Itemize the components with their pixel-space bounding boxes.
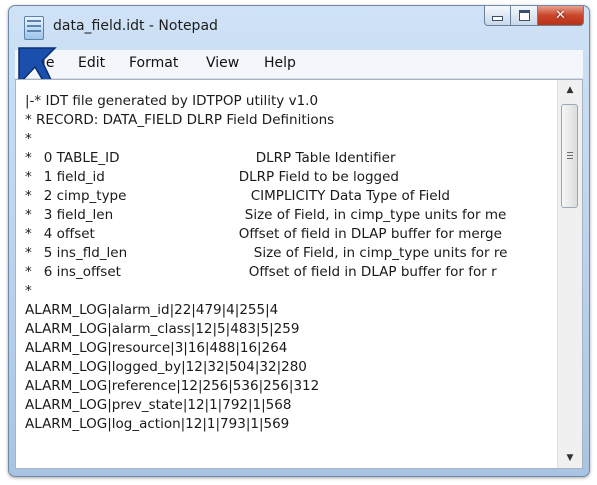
minimize-button[interactable] bbox=[484, 6, 511, 26]
column-def-desc: DLRP Field to be logged bbox=[238, 169, 399, 185]
editor-text-area[interactable]: |-* IDT file generated by IDTPOP utility… bbox=[25, 92, 548, 464]
menu-format[interactable]: Format bbox=[129, 55, 178, 71]
column-def-desc: Offset of field in DLAP buffer for merge bbox=[238, 226, 502, 242]
record-line: ALARM_LOG|resource|3|16|488|16|264 bbox=[25, 340, 288, 356]
column-def-star: * bbox=[25, 264, 32, 280]
column-def-name: 6 ins_offset bbox=[43, 264, 121, 280]
text-editor[interactable]: |-* IDT file generated by IDTPOP utility… bbox=[15, 79, 583, 469]
column-def-name: 3 field_len bbox=[43, 207, 114, 223]
column-def-name: 5 ins_fld_len bbox=[43, 245, 128, 261]
record-line: ALARM_LOG|reference|12|256|536|256|312 bbox=[25, 378, 320, 394]
column-def-star: * bbox=[25, 226, 32, 242]
column-def-line: * 5 ins_fld_len Size of Field, in cimp_typ… bbox=[25, 244, 548, 263]
grip-icon bbox=[567, 152, 573, 153]
column-def-line: * 3 field_len Size of Field, in cimp_type … bbox=[25, 206, 548, 225]
scroll-down-arrow-icon[interactable]: ▼ bbox=[558, 448, 582, 468]
column-def-star: * bbox=[25, 245, 32, 261]
column-def-star: * bbox=[25, 188, 32, 204]
column-def-star: * bbox=[25, 207, 32, 223]
column-def-desc: Offset of field in DLAP buffer for for r bbox=[248, 264, 497, 280]
column-def-line: * 2 cimp_type CIMPLICITY Data Type of Fiel… bbox=[25, 187, 548, 206]
close-button[interactable]: ✕ bbox=[538, 6, 584, 26]
window-title: data_field.idt - Notepad bbox=[53, 18, 218, 34]
header-line-3: * bbox=[25, 131, 32, 147]
column-def-line: * 6 ins_offset Offset of field in DLAP buf… bbox=[25, 263, 548, 282]
column-def-line: * 1 field_id DLRP Field to be logged bbox=[25, 168, 548, 187]
header-line-2: * RECORD: DATA_FIELD DLRP Field Definiti… bbox=[25, 112, 335, 128]
menu-bar: File Edit Format View Help bbox=[15, 50, 583, 79]
maximize-icon bbox=[518, 10, 530, 21]
column-def-name: 0 TABLE_ID bbox=[43, 150, 120, 166]
record-line: ALARM_LOG|prev_state|12|1|792|1|568 bbox=[25, 397, 292, 413]
scroll-up-arrow-icon[interactable]: ▲ bbox=[558, 80, 582, 100]
column-def-line: * 0 TABLE_ID DLRP Table Identifier bbox=[25, 149, 548, 168]
notepad-icon bbox=[24, 16, 44, 40]
record-line: ALARM_LOG|alarm_class|12|5|483|5|259 bbox=[25, 321, 300, 337]
record-line: ALARM_LOG|log_action|12|1|793|1|569 bbox=[25, 416, 290, 432]
column-def-star: * bbox=[25, 169, 32, 185]
menu-view[interactable]: View bbox=[206, 55, 239, 71]
column-def-desc: CIMPLICITY Data Type of Field bbox=[250, 188, 450, 204]
vertical-scrollbar[interactable]: ▲ ▼ bbox=[557, 80, 582, 468]
column-def-line: * 4 offset Offset of field in DLAP buffer … bbox=[25, 225, 548, 244]
minimize-icon bbox=[492, 16, 503, 21]
caption-buttons: ✕ bbox=[484, 6, 584, 28]
header-line-1: |-* IDT file generated by IDTPOP utility… bbox=[25, 93, 319, 109]
maximize-button[interactable] bbox=[511, 6, 538, 26]
notepad-window: data_field.idt - Notepad ✕ File Edit For… bbox=[8, 5, 590, 477]
column-def-name: 4 offset bbox=[43, 226, 95, 242]
scrollbar-thumb[interactable] bbox=[561, 104, 578, 208]
close-icon: ✕ bbox=[555, 8, 566, 23]
title-bar[interactable]: data_field.idt - Notepad ✕ bbox=[9, 6, 589, 46]
record-line: ALARM_LOG|logged_by|12|32|504|32|280 bbox=[25, 359, 307, 375]
column-def-desc: Size of Field, in cimp_type units for re bbox=[253, 245, 508, 261]
column-def-name: 1 field_id bbox=[43, 169, 105, 185]
separator-line: * bbox=[25, 283, 32, 299]
column-def-desc: Size of Field, in cimp_type units for me bbox=[244, 207, 507, 223]
column-def-star: * bbox=[25, 150, 32, 166]
menu-edit[interactable]: Edit bbox=[78, 55, 105, 71]
menu-help[interactable]: Help bbox=[264, 55, 296, 71]
record-line: ALARM_LOG|alarm_id|22|479|4|255|4 bbox=[25, 302, 279, 318]
column-def-name: 2 cimp_type bbox=[43, 188, 127, 204]
column-def-desc: DLRP Table Identifier bbox=[255, 150, 396, 166]
